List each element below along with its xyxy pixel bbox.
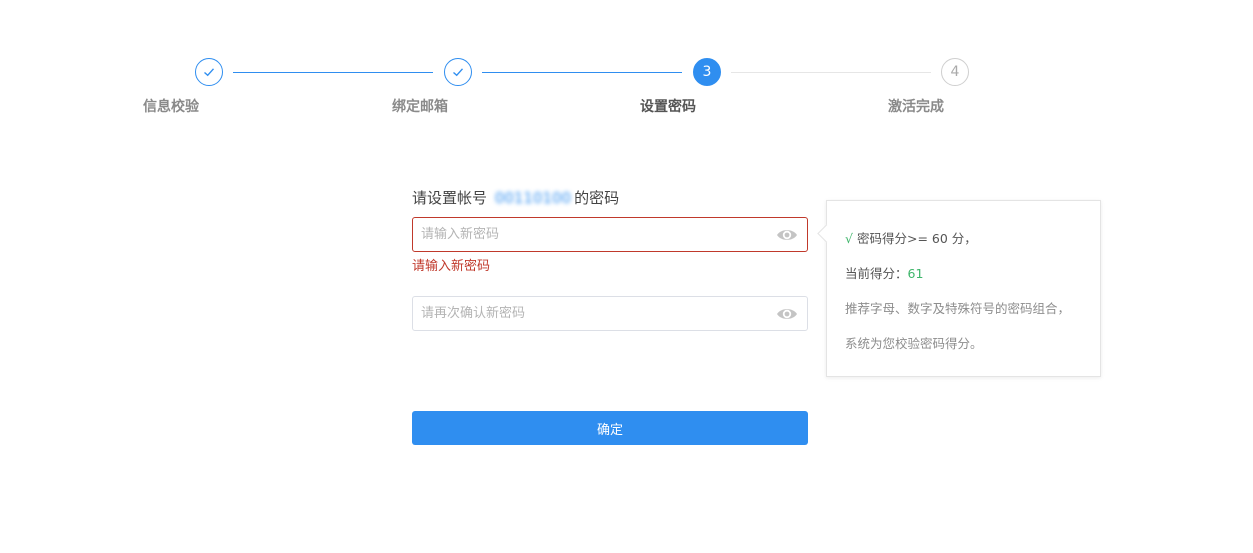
page: 3 4 信息校验 绑定邮箱 设置密码 激活完成 请设置帐号 00110100 的密… xyxy=(0,0,1253,553)
tip-hint-1: 推荐字母、数字及特殊符号的密码组合， xyxy=(845,301,1071,316)
step-4-number: 4 xyxy=(950,64,960,80)
password-strength-tip: √ 密码得分>= 60 分， 当前得分：61 推荐字母、数字及特殊符号的密码组合，… xyxy=(817,200,1101,377)
new-password-input[interactable] xyxy=(413,218,763,251)
check-icon: √ xyxy=(845,231,853,246)
form-title-prefix: 请设置帐号 xyxy=(412,189,488,207)
step-connector-1 xyxy=(233,72,433,73)
confirm-password-input[interactable] xyxy=(413,297,763,330)
step-connector-2 xyxy=(482,72,682,73)
tip-rule: √ 密码得分>= 60 分， xyxy=(845,228,977,247)
current-score-label: 当前得分： xyxy=(845,266,908,281)
form-title: 请设置帐号 00110100 的密码 xyxy=(412,187,619,208)
eye-icon[interactable] xyxy=(776,225,798,245)
confirm-password-field xyxy=(412,296,808,331)
step-3-circle: 3 xyxy=(693,58,721,86)
step-2-label: 绑定邮箱 xyxy=(392,99,448,115)
step-2-circle xyxy=(444,58,472,86)
confirm-button[interactable]: 确定 xyxy=(412,411,808,445)
current-score-value: 61 xyxy=(907,266,924,281)
step-1-circle xyxy=(195,58,223,86)
step-1-label: 信息校验 xyxy=(143,99,199,115)
new-password-error: 请输入新密码 xyxy=(412,259,491,274)
tip-hint-2: 系统为您校验密码得分。 xyxy=(845,336,983,351)
eye-icon[interactable] xyxy=(776,304,798,324)
check-icon xyxy=(204,68,215,77)
tip-arrow xyxy=(817,224,836,243)
step-connector-3 xyxy=(731,72,931,73)
step-3-number: 3 xyxy=(702,64,712,80)
form-title-suffix: 的密码 xyxy=(574,189,620,207)
tip-current-score: 当前得分：61 xyxy=(845,263,923,282)
step-4-label: 激活完成 xyxy=(888,99,944,115)
tip-rule-text: 密码得分>= 60 分， xyxy=(856,231,977,246)
step-4-circle: 4 xyxy=(941,58,969,86)
account-name: 00110100 xyxy=(494,189,572,207)
check-icon xyxy=(453,68,464,77)
new-password-field xyxy=(412,217,808,252)
step-3-label: 设置密码 xyxy=(640,99,696,115)
